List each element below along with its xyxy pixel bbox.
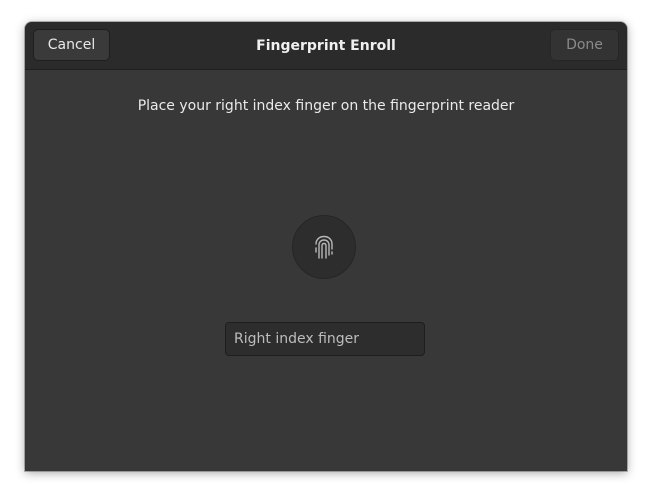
enroll-instruction: Place your right index finger on the fin… bbox=[137, 98, 515, 114]
fingerprint-enroll-dialog: Cancel Fingerprint Enroll Done Place you… bbox=[25, 22, 627, 471]
dialog-title: Fingerprint Enroll bbox=[256, 37, 396, 54]
header-bar: Cancel Fingerprint Enroll Done bbox=[25, 22, 627, 70]
done-button[interactable]: Done bbox=[550, 29, 619, 61]
fingerprint-icon bbox=[315, 235, 333, 259]
finger-name-field[interactable] bbox=[225, 322, 425, 356]
fingerprint-indicator bbox=[292, 215, 356, 279]
cancel-button[interactable]: Cancel bbox=[33, 29, 110, 61]
